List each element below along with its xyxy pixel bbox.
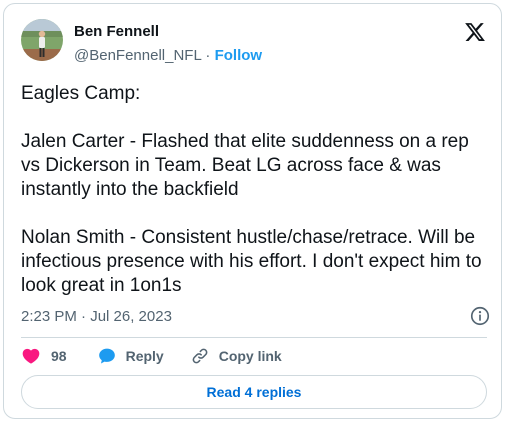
avatar[interactable]	[21, 19, 63, 61]
x-logo-icon[interactable]	[464, 21, 486, 43]
separator-dot: ·	[205, 47, 211, 64]
tweet-paragraph: Nolan Smith - Consistent hustle/chase/re…	[21, 227, 482, 296]
read-replies-button[interactable]: Read 4 replies	[21, 375, 487, 409]
avatar-image	[21, 19, 63, 61]
tweet-timestamp[interactable]: 2:23 PM · Jul 26, 2023	[21, 308, 172, 325]
copy-link-label: Copy link	[218, 348, 282, 364]
follow-button[interactable]: Follow	[215, 47, 263, 64]
info-icon[interactable]	[469, 305, 491, 327]
tweet-paragraph: Eagles Camp:	[21, 83, 141, 104]
copy-link-button[interactable]: Copy link	[190, 346, 282, 366]
heart-icon	[22, 348, 40, 364]
reply-button[interactable]: Reply	[97, 346, 164, 366]
author-name[interactable]: Ben Fennell	[74, 23, 159, 40]
reply-label: Reply	[125, 348, 164, 364]
author-handle-row: @BenFennell_NFL · Follow	[74, 47, 262, 64]
action-bar: 98 Reply Copy link	[21, 345, 282, 367]
speech-bubble-icon	[98, 348, 115, 364]
like-button[interactable]: 98	[21, 346, 67, 366]
like-count: 98	[51, 348, 67, 364]
link-icon	[192, 348, 208, 364]
author-handle[interactable]: @BenFennell_NFL	[74, 47, 201, 64]
tweet-text: Eagles Camp: Jalen Carter - Flashed that…	[21, 82, 491, 298]
divider	[21, 337, 487, 338]
tweet-paragraph: Jalen Carter - Flashed that elite sudden…	[21, 131, 469, 200]
tweet-card: Ben Fennell @BenFennell_NFL · Follow Eag…	[3, 3, 502, 419]
